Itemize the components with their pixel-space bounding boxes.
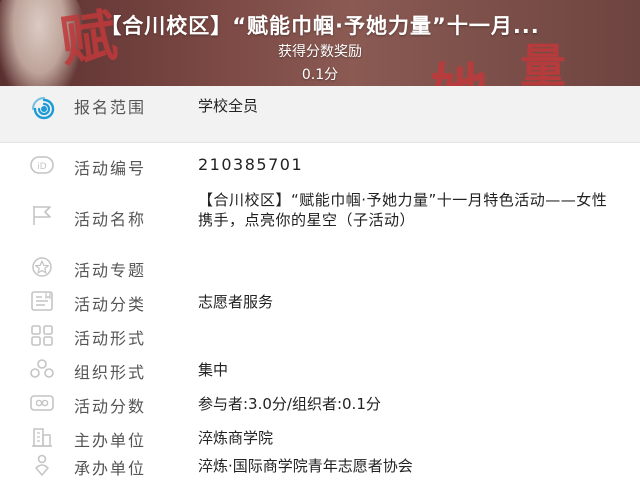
activity-score-row: 活动分数 参与者:3.0分/组织者:0.1分: [0, 390, 640, 418]
activity-name-row: 活动名称 【合川校区】“赋能巾帼·予她力量”十一月特色活动——女性携手，点亮你的…: [0, 190, 640, 250]
organization-form-label: 组织形式: [74, 363, 147, 382]
activity-id-row: iD 活动编号 210385701: [0, 152, 640, 180]
activity-id-value: 210385701: [198, 155, 304, 174]
activity-format-row: 活动形式: [0, 322, 640, 350]
activity-topic-label: 活动专题: [74, 261, 147, 280]
activity-name-value: 【合川校区】“赋能巾帼·予她力量”十一月特色活动——女性携手，点亮你的星空（子活…: [198, 191, 608, 229]
organizer-unit-row: 承办单位 淬炼·国际商学院青年志愿者协会: [0, 452, 640, 480]
activity-header-banner: 赋 她 量 【合川校区】“赋能巾帼·予她力量”十一月... 获得分数奖励 0.1…: [0, 0, 640, 86]
enrollment-scope-value: 学校全员: [198, 97, 259, 115]
reward-value: 0.1分: [301, 67, 339, 83]
activity-title: 【合川校区】“赋能巾帼·予她力量”十一月...: [100, 14, 540, 38]
activity-category-label: 活动分类: [74, 295, 147, 314]
organization-form-value: 集中: [198, 361, 229, 379]
activity-category-value: 志愿者服务: [198, 293, 274, 311]
organization-form-row: 组织形式 集中: [0, 356, 640, 384]
svg-text:iD: iD: [37, 162, 47, 172]
activity-id-label: 活动编号: [74, 159, 147, 178]
host-unit-label: 主办单位: [74, 431, 147, 450]
host-unit-value: 淬炼商学院: [198, 429, 274, 447]
people-icon: [28, 358, 56, 380]
building-icon: [28, 426, 56, 448]
organizer-unit-label: 承办单位: [74, 459, 147, 478]
activity-category-row: 活动分类 志愿者服务: [0, 288, 640, 316]
star-icon: [28, 256, 56, 278]
grid-icon: [28, 324, 56, 346]
activity-topic-row: 活动专题: [0, 254, 640, 282]
enrollment-scope-label: 报名范围: [74, 98, 147, 117]
id-icon: iD: [28, 154, 56, 176]
reward-label: 获得分数奖励: [278, 44, 362, 60]
activity-score-value: 参与者:3.0分/组织者:0.1分: [198, 395, 381, 413]
category-icon: [28, 290, 56, 312]
person-icon: [28, 454, 56, 476]
organizer-unit-value: 淬炼·国际商学院青年志愿者协会: [198, 457, 413, 475]
activity-name-label: 活动名称: [74, 210, 147, 229]
activity-format-label: 活动形式: [74, 329, 147, 348]
radar-icon: [30, 95, 58, 123]
enrollment-scope-row: 报名范围 学校全员: [0, 86, 640, 143]
score-icon: [28, 392, 56, 414]
flag-icon: [28, 204, 56, 226]
host-unit-row: 主办单位 淬炼商学院: [0, 424, 640, 452]
activity-score-label: 活动分数: [74, 397, 147, 416]
